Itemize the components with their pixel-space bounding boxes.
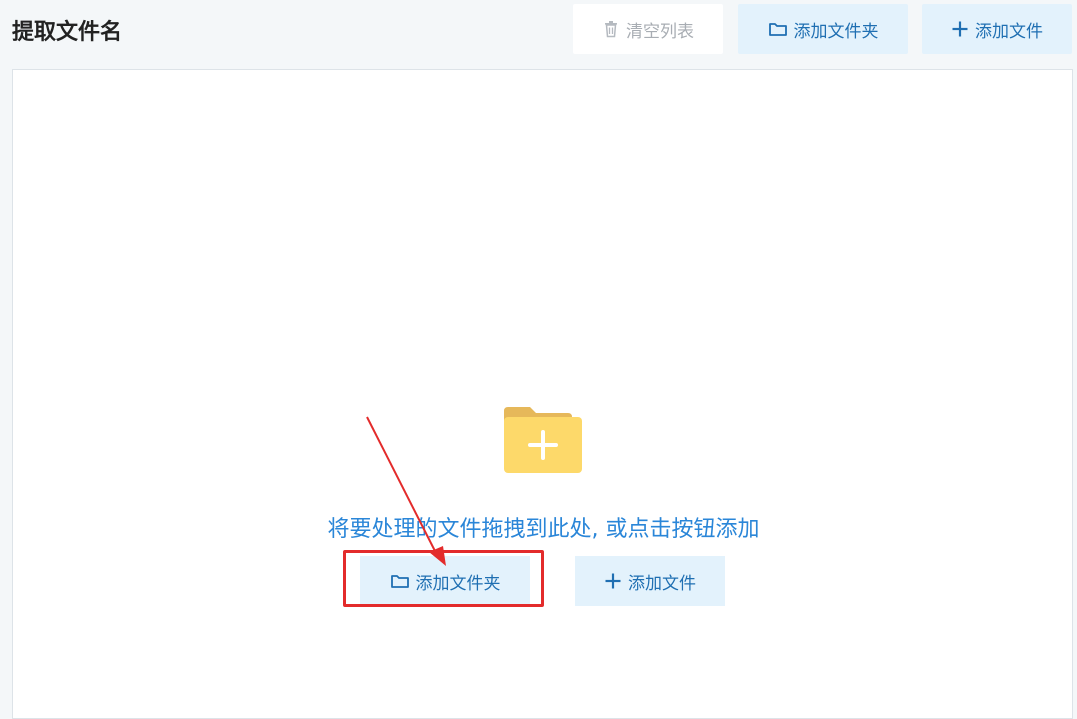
plus-icon bbox=[604, 572, 622, 590]
clear-list-button[interactable]: 清空列表 bbox=[573, 4, 723, 54]
add-folder-label: 添加文件夹 bbox=[793, 21, 879, 42]
top-bar: 提取文件名 清空列表 添加文件夹 添加文件 bbox=[0, 0, 1077, 62]
folder-icon bbox=[768, 20, 788, 38]
clear-list-label: 清空列表 bbox=[626, 21, 694, 42]
drop-hint-text: 将要处理的文件拖拽到此处, 或点击按钮添加 bbox=[327, 517, 760, 542]
add-file-button[interactable]: 添加文件 bbox=[922, 4, 1072, 54]
plus-icon bbox=[951, 20, 969, 38]
page-title: 提取文件名 bbox=[12, 20, 123, 45]
folder-add-icon bbox=[502, 405, 584, 475]
trash-icon bbox=[602, 20, 620, 38]
center-add-file-button[interactable]: 添加文件 bbox=[575, 556, 725, 606]
add-file-label: 添加文件 bbox=[975, 21, 1043, 42]
center-add-file-label: 添加文件 bbox=[628, 573, 696, 594]
folder-icon bbox=[390, 572, 410, 590]
center-add-folder-button[interactable]: 添加文件夹 bbox=[360, 556, 530, 606]
file-drop-zone[interactable]: 将要处理的文件拖拽到此处, 或点击按钮添加 添加文件夹 添加文件 bbox=[12, 69, 1073, 719]
add-folder-button[interactable]: 添加文件夹 bbox=[738, 4, 908, 54]
center-add-folder-label: 添加文件夹 bbox=[415, 573, 501, 594]
